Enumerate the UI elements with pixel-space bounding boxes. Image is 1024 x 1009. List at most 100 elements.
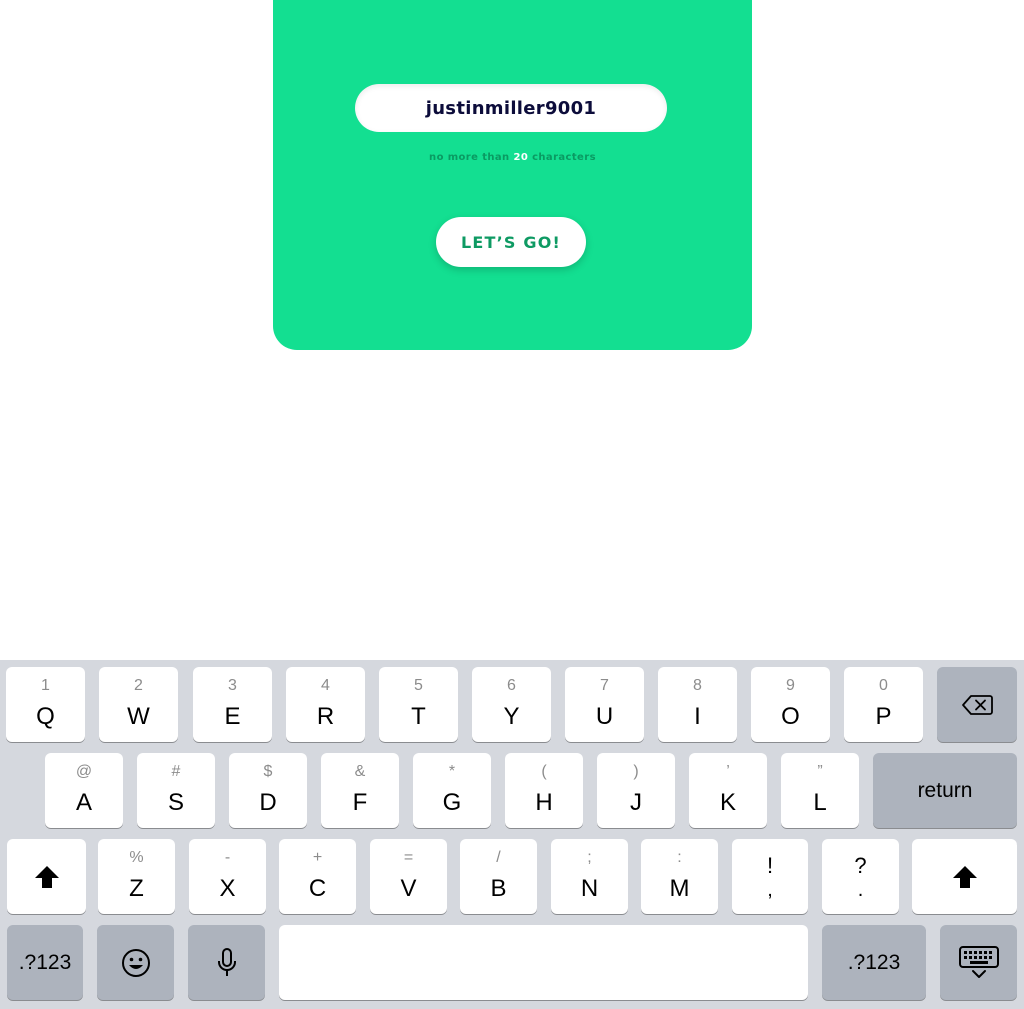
shift-key-right[interactable] [912, 839, 1017, 914]
key-secondary-label: 2 [134, 677, 143, 694]
key-secondary-label: & [354, 763, 366, 780]
key-primary-label: C [308, 875, 327, 902]
key-primary-label: D [259, 789, 277, 816]
key-secondary-label: 1 [41, 677, 50, 694]
screen: no more than 20 characters LET’S GO! 1Q2… [0, 0, 1024, 1009]
key-l[interactable]: ” L [781, 753, 859, 828]
key-v[interactable]: = V [370, 839, 447, 914]
key-primary-label: Y [503, 703, 520, 730]
emoji-icon [97, 925, 174, 1000]
key-secondary-label: ; [587, 849, 592, 866]
shift-key-left[interactable] [7, 839, 86, 914]
key-k[interactable]: ’ K [689, 753, 767, 828]
numbers-key-label: .?123 [847, 950, 901, 974]
delete-key[interactable] [937, 667, 1017, 742]
key-secondary-label: ’ [726, 763, 730, 780]
key-primary-label: U [595, 703, 614, 730]
return-label: return [917, 778, 973, 802]
hint-prefix: no more than [429, 152, 510, 163]
shift-icon [912, 839, 1017, 914]
punct-top-label: ! [766, 853, 774, 878]
key-secondary-label: + [312, 849, 323, 866]
punct-bottom-label: . [857, 879, 864, 901]
key-secondary-label: - [224, 849, 231, 866]
key-secondary-label: 3 [228, 677, 237, 694]
keyboard-dismiss-icon [940, 925, 1017, 1000]
emoji-key[interactable] [97, 925, 174, 1000]
key-r[interactable]: 4R [286, 667, 365, 742]
key-e[interactable]: 3E [193, 667, 272, 742]
key-secondary-label: 9 [786, 677, 795, 694]
key-primary-label: H [535, 789, 553, 816]
key-secondary-label: = [403, 849, 414, 866]
key-j[interactable]: ) J [597, 753, 675, 828]
key-question-period[interactable]: ? . [822, 839, 899, 914]
key-secondary-label: @ [75, 763, 93, 780]
key-primary-label: F [352, 789, 368, 816]
dictation-key[interactable] [188, 925, 265, 1000]
key-primary-label: I [694, 703, 701, 730]
key-secondary-label: 5 [414, 677, 423, 694]
key-primary-label: P [875, 703, 892, 730]
key-secondary-label: $ [263, 763, 273, 780]
key-secondary-label: # [171, 763, 181, 780]
key-primary-label: T [411, 703, 426, 730]
punct-top-label: ? [854, 853, 867, 878]
key-d[interactable]: $ D [229, 753, 307, 828]
key-secondary-label: ) [633, 763, 639, 780]
key-secondary-label: ” [817, 763, 823, 780]
key-x[interactable]: -X [189, 839, 266, 914]
key-secondary-label: % [129, 849, 144, 866]
key-b[interactable]: / B [460, 839, 537, 914]
username-card: no more than 20 characters LET’S GO! [273, 0, 752, 350]
key-g[interactable]: * G [413, 753, 491, 828]
key-secondary-label: 8 [693, 677, 702, 694]
key-primary-label: K [719, 789, 736, 816]
key-primary-label: W [127, 703, 150, 730]
space-bar[interactable] [279, 925, 808, 1000]
key-exclamation-comma[interactable]: ! , [732, 839, 808, 914]
key-primary-label: E [224, 703, 241, 730]
key-z[interactable]: % Z [98, 839, 175, 914]
key-secondary-label: 6 [507, 677, 516, 694]
key-o[interactable]: 9O [751, 667, 830, 742]
key-q[interactable]: 1Q [6, 667, 85, 742]
key-w[interactable]: 2W [99, 667, 178, 742]
numbers-key-right[interactable]: .?123 [822, 925, 926, 1000]
key-secondary-label: 0 [879, 677, 888, 694]
username-input[interactable] [355, 84, 667, 132]
dismiss-keyboard-key[interactable] [940, 925, 1017, 1000]
key-primary-label: X [219, 875, 236, 902]
key-secondary-label: * [448, 763, 456, 780]
key-f[interactable]: & F [321, 753, 399, 828]
hint-suffix: characters [532, 152, 596, 163]
key-t[interactable]: 5T [379, 667, 458, 742]
lets-go-button[interactable]: LET’S GO! [436, 217, 586, 267]
numbers-key-left[interactable]: .?123 [7, 925, 83, 1000]
numbers-key-label: .?123 [18, 950, 72, 974]
key-n[interactable]: ; N [551, 839, 628, 914]
key-primary-label: Q [36, 703, 55, 730]
key-primary-label: G [442, 789, 462, 816]
key-p[interactable]: 0P [844, 667, 923, 742]
microphone-icon [188, 925, 265, 1000]
key-y[interactable]: 6Y [472, 667, 551, 742]
key-c[interactable]: + C [279, 839, 356, 914]
key-m[interactable]: :M [641, 839, 718, 914]
key-primary-label: J [630, 789, 642, 816]
key-s[interactable]: # S [137, 753, 215, 828]
key-i[interactable]: 8I [658, 667, 737, 742]
return-key[interactable]: return [873, 753, 1017, 828]
key-secondary-label: / [496, 849, 501, 866]
key-secondary-label: : [677, 849, 682, 866]
key-primary-label: R [316, 703, 335, 730]
key-primary-label: S [167, 789, 184, 816]
key-u[interactable]: 7U [565, 667, 644, 742]
key-h[interactable]: (H [505, 753, 583, 828]
delete-icon [937, 667, 1017, 742]
punct-bottom-label: , [767, 879, 773, 901]
key-primary-label: V [400, 875, 417, 902]
key-secondary-label: 7 [600, 677, 609, 694]
key-primary-label: L [813, 789, 827, 816]
key-a[interactable]: @ A [45, 753, 123, 828]
